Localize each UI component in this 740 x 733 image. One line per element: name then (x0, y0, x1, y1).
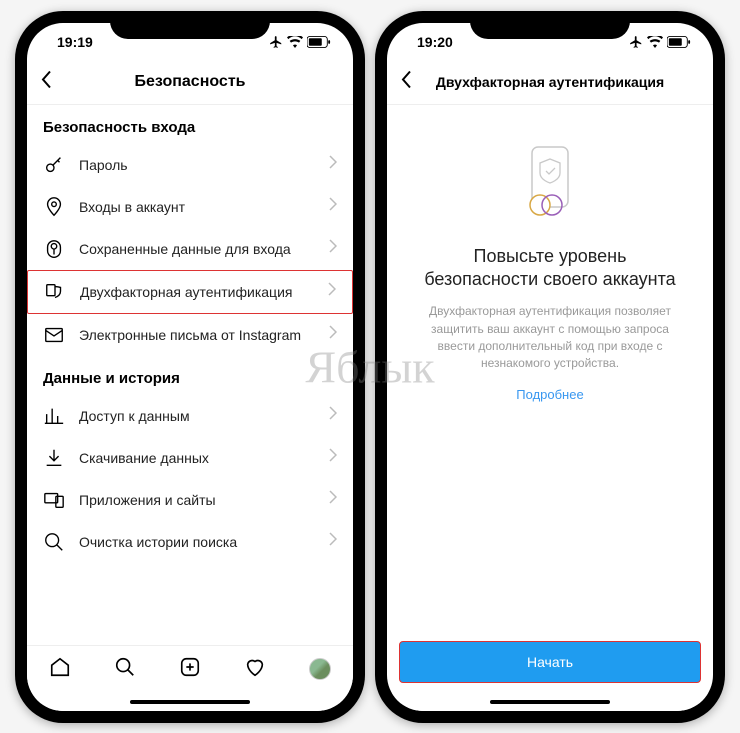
security-content: Безопасность входа Пароль Входы в аккаун… (27, 105, 353, 645)
tfa-description: Двухфакторная аутентификация позволяет з… (407, 303, 693, 373)
key-icon (43, 154, 65, 176)
chevron-right-icon (329, 197, 337, 216)
row-label: Очистка истории поиска (79, 534, 315, 550)
row-label: Входы в аккаунт (79, 199, 315, 215)
page-title: Двухфакторная аутентификация (436, 74, 664, 90)
notch (470, 11, 630, 39)
chevron-right-icon (329, 406, 337, 425)
more-link[interactable]: Подробнее (516, 387, 583, 402)
tfa-heading: Повысьте уровень безопасности своего акк… (407, 245, 693, 292)
nav-add[interactable] (179, 656, 201, 683)
phone-two-factor: 19:20 Двухфакторная аутентификация (375, 11, 725, 723)
plus-square-icon (179, 656, 201, 678)
status-time: 19:19 (57, 34, 93, 50)
row-label: Сохраненные данные для входа (79, 241, 315, 257)
back-button[interactable] (41, 71, 52, 94)
location-icon (43, 196, 65, 218)
tfa-content: Повысьте уровень безопасности своего акк… (387, 105, 713, 641)
row-data-access[interactable]: Доступ к данным (27, 395, 353, 437)
back-button[interactable] (401, 71, 412, 94)
chevron-right-icon (329, 532, 337, 551)
row-label: Электронные письма от Instagram (79, 327, 315, 343)
chevron-right-icon (329, 325, 337, 344)
battery-icon (667, 36, 691, 48)
section-header-data: Данные и история (27, 356, 353, 395)
wifi-icon (287, 36, 303, 48)
nav-profile[interactable] (309, 658, 331, 680)
chevron-right-icon (329, 239, 337, 258)
start-button[interactable]: Начать (399, 641, 701, 683)
mail-icon (43, 324, 65, 346)
avatar (309, 658, 331, 680)
start-button-label: Начать (527, 654, 573, 670)
airplane-icon (269, 35, 283, 49)
chart-icon (43, 405, 65, 427)
search-icon (43, 531, 65, 553)
home-indicator[interactable] (27, 693, 353, 711)
row-saved-login[interactable]: Сохраненные данные для входа (27, 228, 353, 270)
nav-header: Безопасность (27, 61, 353, 105)
chevron-right-icon (328, 282, 336, 301)
row-label: Двухфакторная аутентификация (80, 284, 314, 300)
airplane-icon (629, 35, 643, 49)
chevron-left-icon (41, 71, 52, 89)
two-factor-illustration (520, 145, 580, 225)
download-icon (43, 447, 65, 469)
row-emails[interactable]: Электронные письма от Instagram (27, 314, 353, 356)
page-title: Безопасность (135, 73, 246, 91)
chevron-right-icon (329, 448, 337, 467)
section-header-login: Безопасность входа (27, 105, 353, 144)
row-clear-search[interactable]: Очистка истории поиска (27, 521, 353, 563)
home-indicator[interactable] (387, 693, 713, 711)
row-label: Скачивание данных (79, 450, 315, 466)
row-label: Доступ к данным (79, 408, 315, 424)
chevron-left-icon (401, 71, 412, 89)
row-password[interactable]: Пароль (27, 144, 353, 186)
battery-icon (307, 36, 331, 48)
row-logins[interactable]: Входы в аккаунт (27, 186, 353, 228)
row-two-factor[interactable]: Двухфакторная аутентификация (27, 270, 353, 314)
nav-home[interactable] (49, 656, 71, 683)
nav-header: Двухфакторная аутентификация (387, 61, 713, 105)
shield-icon (44, 281, 66, 303)
status-time: 19:20 (417, 34, 453, 50)
nav-search[interactable] (114, 656, 136, 683)
chevron-right-icon (329, 490, 337, 509)
bottom-nav (27, 645, 353, 693)
home-icon (49, 656, 71, 678)
keyhole-icon (43, 238, 65, 260)
row-download-data[interactable]: Скачивание данных (27, 437, 353, 479)
nav-activity[interactable] (244, 656, 266, 683)
heart-icon (244, 656, 266, 678)
chevron-right-icon (329, 155, 337, 174)
notch (110, 11, 270, 39)
search-icon (114, 656, 136, 678)
row-label: Приложения и сайты (79, 492, 315, 508)
phone-security: 19:19 Безопасность Безопасность входа Па… (15, 11, 365, 723)
row-label: Пароль (79, 157, 315, 173)
wifi-icon (647, 36, 663, 48)
row-apps-sites[interactable]: Приложения и сайты (27, 479, 353, 521)
devices-icon (43, 489, 65, 511)
